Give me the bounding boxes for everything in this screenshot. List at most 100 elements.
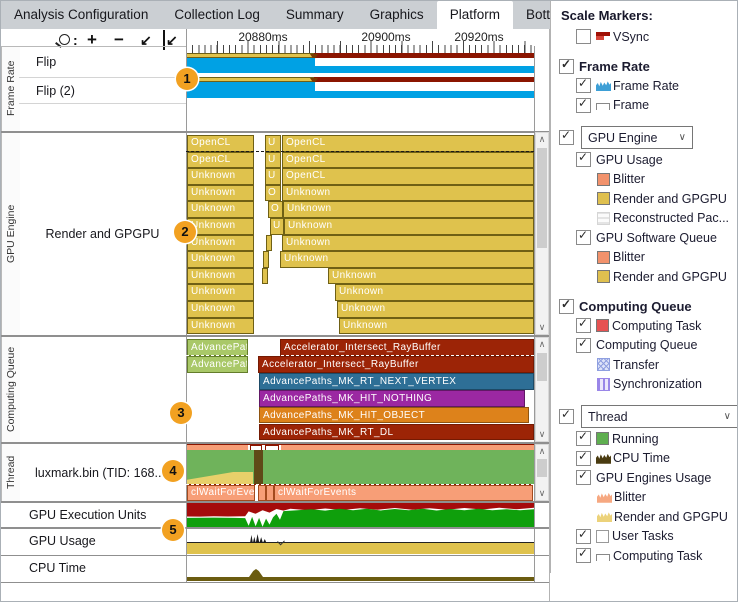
gpu-engine-bar-right[interactable]: Unknown <box>339 318 534 335</box>
gpu-engine-bar-mid[interactable]: O <box>268 201 283 218</box>
gpu-engine-bar-left[interactable]: Unknown <box>187 301 254 318</box>
gpu-engine-bar-mid[interactable]: U <box>265 168 281 185</box>
area-chart-icon <box>596 80 611 91</box>
scrollbar[interactable]: ∧∨ <box>535 132 549 335</box>
gpu-engine-bar-mid[interactable] <box>263 251 269 268</box>
scroll-down-button[interactable]: ∨ <box>536 487 548 500</box>
tab-summary[interactable]: Summary <box>273 1 357 29</box>
computing-queue-bar[interactable]: Accelerator_Intersect_RayBuffer <box>280 339 534 356</box>
dropdown-gpu-engine[interactable]: GPU Engine∨ <box>581 126 693 149</box>
scroll-up-button[interactable]: ∧ <box>536 133 548 146</box>
scrollbar-thumb[interactable] <box>537 148 547 248</box>
scale-marker-label: Reconstructed Pac... <box>613 211 729 225</box>
computing-queue-bar[interactable]: AdvancePat <box>187 356 248 373</box>
gpu-engine-bar-right[interactable]: Unknown <box>282 185 534 202</box>
checkbox-checked[interactable] <box>576 529 591 544</box>
cpu-time-band[interactable] <box>186 577 534 581</box>
gpu-usage-band[interactable] <box>186 542 534 554</box>
gpu-engine-bar-left[interactable]: Unknown <box>187 284 254 301</box>
gpu-engine-bar-right[interactable]: Unknown <box>282 235 534 252</box>
gpu-engine-bar-right[interactable]: Unknown <box>280 251 534 268</box>
scrollbar[interactable]: ∧∨ <box>535 337 549 442</box>
selection-dashed-line <box>186 355 534 356</box>
frame-marker-band[interactable] <box>314 77 534 82</box>
dropdown-thread[interactable]: Thread∨ <box>581 405 738 428</box>
color-swatch <box>597 251 610 264</box>
scrollbar-thumb[interactable] <box>537 353 547 381</box>
gpu-engine-bar-left[interactable]: OpenCL <box>187 152 254 169</box>
tab-platform[interactable]: Platform <box>437 1 513 29</box>
thread-wait-bar[interactable] <box>266 485 274 501</box>
checkbox-checked[interactable] <box>576 152 591 167</box>
checkbox-checked[interactable] <box>576 431 591 446</box>
gpu-engine-bar-left[interactable]: Unknown <box>187 251 254 268</box>
gpu-engine-bar-mid[interactable]: O <box>265 185 281 202</box>
checkbox-checked[interactable] <box>576 548 591 563</box>
scroll-down-button[interactable]: ∨ <box>536 428 548 441</box>
checkbox-checked[interactable] <box>576 338 591 353</box>
checkbox-checked[interactable] <box>576 98 591 113</box>
gpu-engine-bar-right[interactable]: OpenCL <box>282 135 534 152</box>
frame-rate-area[interactable] <box>186 82 315 98</box>
gpu-engine-bar-left[interactable]: Unknown <box>187 268 254 285</box>
gpu-engine-bar-left[interactable]: OpenCL <box>187 135 254 152</box>
frame-rate-area[interactable] <box>186 58 315 73</box>
gpu-engine-bar-left[interactable]: Unknown <box>187 218 254 235</box>
gpu-engine-bar-right[interactable]: OpenCL <box>282 168 534 185</box>
tab-collection-log[interactable]: Collection Log <box>161 1 273 29</box>
checkbox-checked[interactable] <box>576 451 591 466</box>
thread-wait-bar[interactable]: clWaitForEvents <box>274 485 533 501</box>
checkbox-checked[interactable] <box>559 59 574 74</box>
gpu-engine-bar-mid[interactable] <box>266 235 272 252</box>
checkbox-checked[interactable] <box>576 470 591 485</box>
gpu-engine-bar-right[interactable]: OpenCL <box>282 152 534 169</box>
scrollbar-thumb[interactable] <box>537 459 547 477</box>
scale-marker-item-blitter: Blitter <box>551 488 738 508</box>
computing-queue-bar[interactable]: AdvancePaths_MK_RT_DL <box>259 424 534 441</box>
gpu-engine-bar-mid[interactable]: U <box>265 135 281 152</box>
frame-rate-area[interactable] <box>314 91 534 98</box>
gpu-engine-bar-right[interactable]: Unknown <box>284 218 534 235</box>
gpu-engine-bar-right[interactable]: Unknown <box>283 201 534 218</box>
computing-queue-bar[interactable]: AdvancePaths_MK_HIT_OBJECT <box>259 407 529 424</box>
scrollbar[interactable]: ∧∨ <box>535 444 549 501</box>
dropdown-value: GPU Engine <box>588 131 657 145</box>
checkbox-checked[interactable] <box>559 130 574 145</box>
scale-marker-label: Computing Queue <box>579 299 692 314</box>
gpu-engine-bar-mid[interactable]: U <box>265 152 281 169</box>
gpu-engine-bar-mid[interactable]: U <box>270 218 284 235</box>
frame-rate-area[interactable] <box>314 66 534 73</box>
frame-marker-band[interactable] <box>314 53 534 58</box>
gpu-engine-bar-right[interactable]: Unknown <box>337 301 534 318</box>
gpu-engine-bar-mid[interactable] <box>262 268 268 285</box>
checkbox-unchecked[interactable] <box>576 29 591 44</box>
gpu-engine-bar-left[interactable]: Unknown <box>187 235 254 252</box>
checkbox-checked[interactable] <box>559 409 574 424</box>
gpu-engine-bar-left[interactable]: Unknown <box>187 185 254 202</box>
tab-graphics[interactable]: Graphics <box>357 1 437 29</box>
thread-wait-bar[interactable]: clWaitForEve <box>187 485 255 501</box>
scale-marker-item-synchronization: Synchronization <box>551 375 738 395</box>
scroll-down-button[interactable]: ∨ <box>536 321 548 334</box>
vsync-icon-part <box>596 36 604 40</box>
area-chart-icon <box>597 492 612 503</box>
scroll-up-button[interactable]: ∧ <box>536 445 548 458</box>
divider-line <box>1 46 186 47</box>
checkbox-checked[interactable] <box>576 230 591 245</box>
checkbox-checked[interactable] <box>576 78 591 93</box>
gpu-engine-bar-right[interactable]: Unknown <box>328 268 534 285</box>
gpu-engine-bar-left[interactable]: Unknown <box>187 318 254 335</box>
computing-queue-bar[interactable]: AdvancePat <box>187 339 248 356</box>
tab-analysis-configuration[interactable]: Analysis Configuration <box>1 1 161 29</box>
computing-queue-bar[interactable]: AdvancePaths_MK_HIT_NOTHING <box>259 390 525 407</box>
scroll-up-button[interactable]: ∧ <box>536 338 548 351</box>
gpu-engine-bar-right[interactable]: Unknown <box>335 284 534 301</box>
checkbox-checked[interactable] <box>576 318 591 333</box>
computing-queue-bar[interactable]: Accelerator_Intersect_RayBuffer <box>258 356 534 373</box>
gpu-engine-bar-left[interactable]: Unknown <box>187 168 254 185</box>
computing-queue-bar[interactable]: AdvancePaths_MK_RT_NEXT_VERTEX <box>259 373 534 390</box>
thread-wait-bar[interactable] <box>258 485 266 501</box>
gpu-engine-bar-left[interactable]: Unknown <box>187 201 254 218</box>
timeline-chart[interactable]: OpenCLUOpenCLOpenCLUOpenCLUnknownUOpenCL… <box>186 29 534 601</box>
checkbox-checked[interactable] <box>559 299 574 314</box>
